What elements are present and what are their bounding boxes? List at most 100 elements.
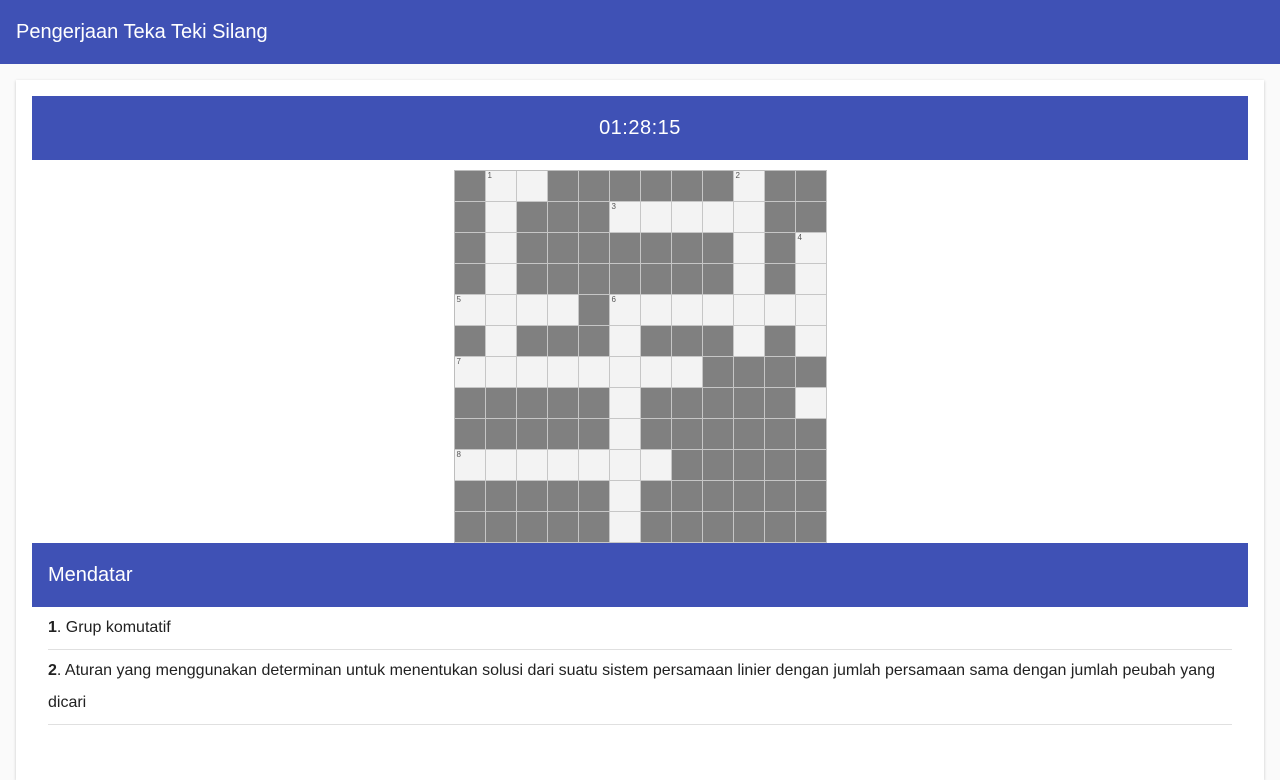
crossword-cell[interactable] <box>547 450 579 481</box>
crossword-block <box>702 233 734 264</box>
clue-text: . Aturan yang menggunakan determinan unt… <box>48 662 1215 711</box>
crossword-block <box>764 202 796 233</box>
crossword-cell[interactable] <box>485 202 517 233</box>
crossword-cell[interactable] <box>764 295 796 326</box>
crossword-block <box>702 264 734 295</box>
crossword-cell[interactable] <box>702 295 734 326</box>
crossword-cell[interactable] <box>516 295 548 326</box>
crossword-cell[interactable] <box>485 295 517 326</box>
crossword-cell[interactable] <box>485 450 517 481</box>
crossword-cell[interactable] <box>609 357 641 388</box>
crossword-block <box>516 388 548 419</box>
crossword-block <box>454 419 486 450</box>
crossword-area: 1 2 3 4 5 6 7 8 <box>32 160 1248 543</box>
crossword-cell[interactable] <box>795 326 827 357</box>
crossword-cell[interactable]: 5 <box>454 295 486 326</box>
crossword-cell[interactable]: 6 <box>609 295 641 326</box>
crossword-cell[interactable] <box>516 171 548 202</box>
crossword-cell[interactable] <box>609 450 641 481</box>
crossword-block <box>671 512 703 543</box>
crossword-block <box>764 171 796 202</box>
crossword-cell[interactable] <box>795 264 827 295</box>
crossword-block <box>547 512 579 543</box>
crossword-block <box>733 388 765 419</box>
crossword-cell[interactable] <box>516 450 548 481</box>
crossword-cell[interactable]: 1 <box>485 171 517 202</box>
crossword-block <box>671 450 703 481</box>
crossword-block <box>702 171 734 202</box>
crossword-block <box>702 419 734 450</box>
crossword-block <box>640 481 672 512</box>
crossword-block <box>764 450 796 481</box>
crossword-cell[interactable] <box>516 357 548 388</box>
crossword-block <box>640 326 672 357</box>
crossword-block <box>702 357 734 388</box>
crossword-cell[interactable] <box>485 233 517 264</box>
crossword-cell[interactable] <box>578 357 610 388</box>
crossword-cell[interactable] <box>795 295 827 326</box>
crossword-block <box>640 264 672 295</box>
cell-number: 6 <box>611 295 616 304</box>
crossword-cell[interactable] <box>609 481 641 512</box>
crossword-cell[interactable] <box>609 326 641 357</box>
crossword-cell[interactable]: 4 <box>795 233 827 264</box>
crossword-cell[interactable] <box>671 202 703 233</box>
clue-number: 1 <box>48 619 57 636</box>
crossword-block <box>795 450 827 481</box>
crossword-block <box>702 326 734 357</box>
crossword-block <box>764 388 796 419</box>
crossword-block <box>702 450 734 481</box>
crossword-cell[interactable] <box>733 264 765 295</box>
crossword-cell[interactable] <box>485 264 517 295</box>
crossword-cell[interactable] <box>609 388 641 419</box>
crossword-block <box>795 357 827 388</box>
crossword-block <box>578 326 610 357</box>
crossword-cell[interactable] <box>733 202 765 233</box>
crossword-block <box>516 233 548 264</box>
crossword-block <box>516 202 548 233</box>
crossword-cell[interactable] <box>485 326 517 357</box>
crossword-block <box>454 171 486 202</box>
crossword-cell[interactable] <box>547 357 579 388</box>
crossword-cell[interactable] <box>640 357 672 388</box>
crossword-cell[interactable] <box>733 233 765 264</box>
crossword-block <box>485 481 517 512</box>
crossword-cell[interactable] <box>485 357 517 388</box>
crossword-cell[interactable] <box>640 450 672 481</box>
across-header: Mendatar <box>32 543 1248 607</box>
crossword-cell[interactable]: 8 <box>454 450 486 481</box>
crossword-block <box>578 388 610 419</box>
crossword-cell[interactable] <box>547 295 579 326</box>
clue-item[interactable]: 1. Grup komutatif <box>48 607 1232 650</box>
cell-number: 7 <box>456 357 461 366</box>
clue-item[interactable]: 2. Aturan yang menggunakan determinan un… <box>48 650 1232 725</box>
crossword-block <box>578 419 610 450</box>
crossword-cell[interactable] <box>609 419 641 450</box>
crossword-block <box>578 171 610 202</box>
crossword-block <box>764 481 796 512</box>
crossword-cell[interactable] <box>702 202 734 233</box>
crossword-block <box>578 202 610 233</box>
crossword-block <box>795 202 827 233</box>
crossword-cell[interactable] <box>578 450 610 481</box>
crossword-cell[interactable]: 7 <box>454 357 486 388</box>
cell-number: 8 <box>456 450 461 459</box>
crossword-cell[interactable]: 3 <box>609 202 641 233</box>
crossword-block <box>516 264 548 295</box>
crossword-cell[interactable] <box>795 388 827 419</box>
crossword-cell[interactable] <box>733 326 765 357</box>
crossword-cell[interactable] <box>640 202 672 233</box>
crossword-cell[interactable] <box>733 295 765 326</box>
crossword-cell[interactable] <box>671 295 703 326</box>
crossword-block <box>795 512 827 543</box>
crossword-block <box>640 171 672 202</box>
crossword-cell[interactable] <box>609 512 641 543</box>
crossword-block <box>795 481 827 512</box>
crossword-block <box>671 419 703 450</box>
crossword-cell[interactable]: 2 <box>733 171 765 202</box>
crossword-block <box>640 388 672 419</box>
crossword-cell[interactable] <box>640 295 672 326</box>
crossword-block <box>671 326 703 357</box>
crossword-cell[interactable] <box>671 357 703 388</box>
crossword-block <box>609 264 641 295</box>
